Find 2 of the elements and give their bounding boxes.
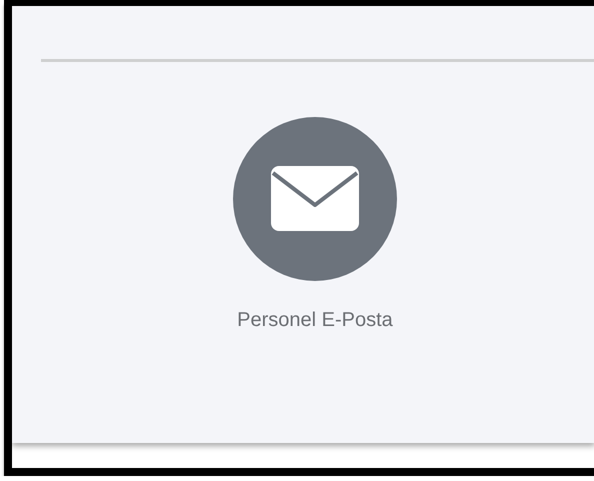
envelope-icon[interactable] (233, 117, 397, 281)
tile-label[interactable]: Personel E-Posta (237, 309, 393, 332)
